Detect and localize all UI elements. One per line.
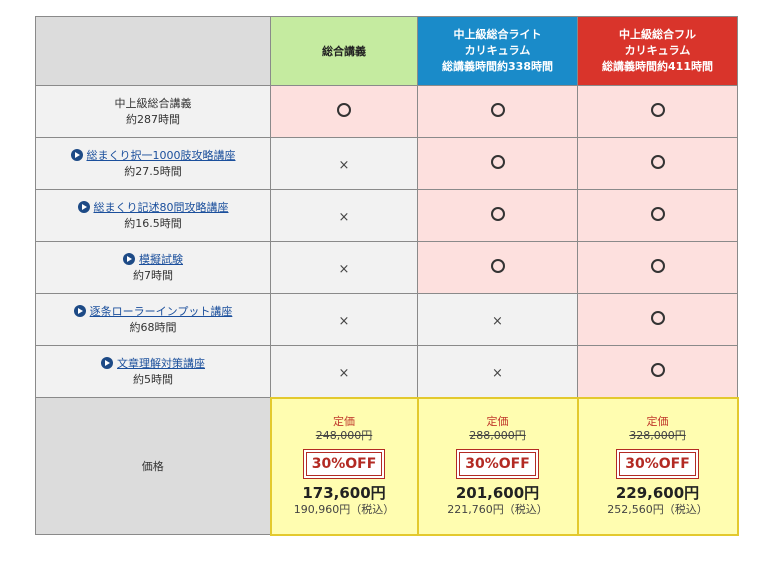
not-included-mark: × (338, 314, 350, 329)
not-included-mark: × (338, 210, 350, 225)
row-label: 逐条ローラーインプット講座 約68時間 (35, 293, 271, 346)
discount-badge: 30%OFF (302, 449, 386, 479)
included-mark (650, 155, 665, 169)
included-mark (490, 207, 505, 221)
included-mark (490, 259, 505, 273)
course-link[interactable]: 文章理解対策講座 (117, 357, 205, 370)
course-link[interactable]: 総まくり記述80問攻略講座 (94, 201, 229, 214)
included-mark (650, 103, 665, 117)
play-icon[interactable] (101, 356, 113, 369)
course-link[interactable]: 総まくり択一1000肢攻略講座 (87, 149, 236, 162)
comparison-table: 総合講義 中上級総合ライト カリキュラム 総講義時間約338時間 中上級総合フル… (35, 16, 739, 536)
included-mark (337, 103, 351, 117)
included-mark (650, 362, 665, 377)
header-basic-course: 総合講義 (270, 16, 418, 86)
row-label: 文章理解対策講座 約5時間 (35, 345, 271, 398)
table-row: 総まくり記述80問攻略講座 約16.5時間 × (35, 189, 738, 242)
included-mark (490, 103, 505, 117)
header-corner (35, 16, 271, 86)
included-mark (650, 207, 665, 221)
header-lite-curriculum: 中上級総合ライト カリキュラム 総講義時間約338時間 (417, 16, 578, 86)
price-cell-lite: 定価 288,000円 30%OFF 201,600円 221,760円（税込） (416, 396, 579, 536)
play-icon[interactable] (70, 148, 83, 161)
header-full-curriculum: 中上級総合フル カリキュラム 総講義時間約411時間 (577, 16, 738, 86)
included-mark (490, 155, 505, 169)
course-link[interactable]: 逐条ローラーインプット講座 (90, 305, 233, 318)
price-cell-full: 定価 328,000円 30%OFF 229,600円 252,560円（税込） (576, 396, 739, 536)
discount-badge: 30%OFF (616, 449, 699, 479)
row-label: 総まくり記述80問攻略講座 約16.5時間 (35, 189, 271, 242)
row-label: 模擬試験 約7時間 (35, 241, 271, 294)
price-label: 価格 (35, 397, 271, 535)
play-icon[interactable] (73, 304, 86, 317)
table-row: 中上級総合講義 約287時間 (35, 85, 738, 138)
included-mark (650, 259, 665, 273)
table-row: 逐条ローラーインプット講座 約68時間 × × (35, 293, 738, 346)
row-label: 中上級総合講義 約287時間 (35, 85, 271, 138)
table-row: 模擬試験 約7時間 × (35, 241, 738, 294)
price-row: 価格 定価 248,000円 30%OFF 173,600円 190,960円（… (35, 396, 739, 536)
play-icon[interactable] (123, 252, 135, 265)
not-included-mark: × (338, 365, 350, 381)
row-label: 総まくり択一1000肢攻略講座 約27.5時間 (35, 137, 271, 190)
not-included-mark: × (492, 314, 503, 329)
not-included-mark: × (492, 365, 503, 381)
course-link[interactable]: 模擬試験 (139, 253, 183, 266)
not-included-mark: × (338, 158, 350, 173)
price-cell-basic: 定価 248,000円 30%OFF 173,600円 190,960円（税込） (269, 396, 419, 536)
not-included-mark: × (338, 262, 350, 277)
play-icon[interactable] (77, 200, 90, 213)
discount-badge: 30%OFF (456, 449, 539, 479)
table-row: 文章理解対策講座 約5時間 × × (35, 345, 738, 398)
table-row: 総まくり択一1000肢攻略講座 約27.5時間 × (35, 137, 738, 190)
included-mark (650, 311, 665, 325)
